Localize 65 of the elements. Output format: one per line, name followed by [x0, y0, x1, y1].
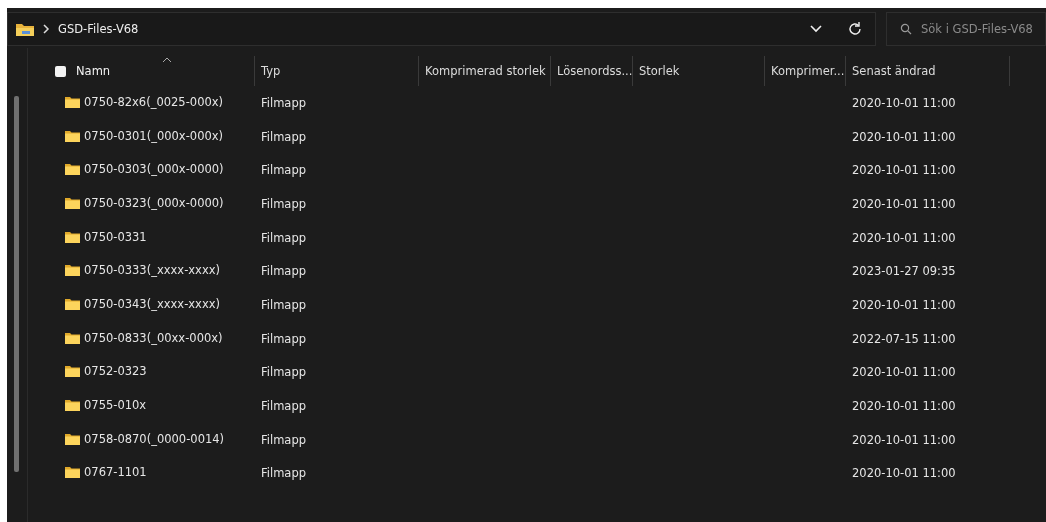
column-header[interactable]: Senast ändrad — [852, 64, 936, 78]
table-cell: 2020-10-01 11:00 — [852, 399, 956, 414]
file-name[interactable]: 0750-0333(_xxxx-xxxx) — [84, 263, 220, 278]
column-header[interactable]: Lösenordss... — [557, 64, 633, 78]
folder-icon — [65, 264, 80, 277]
file-name[interactable]: 0758-0870(_0000-0014) — [84, 431, 225, 446]
column-header[interactable]: Typ — [261, 64, 281, 78]
folder-icon — [65, 432, 80, 445]
file-name[interactable]: 0750-0343(_xxxx-xxxx) — [84, 296, 220, 311]
folder-icon — [65, 466, 80, 479]
table-cell: 2020-10-01 11:00 — [852, 466, 956, 481]
file-name[interactable]: 0752-0323 — [84, 364, 147, 379]
table-cell: 2020-10-01 11:00 — [852, 230, 956, 245]
search-field[interactable]: Sök i GSD-Files-V68 — [886, 12, 1046, 46]
table-cell: Filmapp — [261, 196, 307, 211]
folder-icon — [65, 331, 80, 344]
chevron-down-icon[interactable] — [809, 24, 823, 34]
column-header[interactable]: Komprimerad storlek — [425, 64, 546, 78]
table-cell: Filmapp — [261, 129, 307, 144]
folder-icon — [65, 163, 80, 176]
file-name[interactable]: 0750-0303(_000x-0000) — [84, 162, 224, 177]
column-header[interactable]: Komprimer... — [771, 64, 845, 78]
table-cell: Filmapp — [261, 466, 307, 481]
search-icon — [900, 23, 912, 35]
folder-icon — [65, 196, 80, 209]
file-name[interactable]: 0750-0833(_00xx-000x) — [84, 330, 223, 345]
table-cell: 2020-10-01 11:00 — [852, 129, 956, 144]
table-cell: Filmapp — [261, 399, 307, 414]
chevron-right-icon — [42, 24, 50, 34]
file-name[interactable]: 0767-1101 — [84, 465, 147, 480]
file-name[interactable]: 0750-0301(_000x-000x) — [84, 128, 224, 143]
refresh-icon[interactable] — [847, 21, 863, 37]
table-cell: 2020-10-01 11:00 — [852, 365, 956, 380]
table-cell: 2020-10-01 11:00 — [852, 196, 956, 211]
folder-icon — [65, 95, 80, 108]
file-name[interactable]: 0755-010x — [84, 398, 147, 413]
table-cell: Filmapp — [261, 365, 307, 380]
address-bar[interactable]: GSD-Files-V68 — [7, 12, 876, 46]
table-cell: Filmapp — [261, 264, 307, 279]
table-cell: 2023-01-27 09:35 — [852, 264, 956, 279]
file-name[interactable]: 0750-0331 — [84, 229, 147, 244]
folder-icon — [65, 399, 80, 412]
folder-icon — [65, 230, 80, 243]
table-cell: Filmapp — [261, 163, 307, 178]
table-cell: 2020-10-01 11:00 — [852, 432, 956, 447]
path-segment[interactable]: GSD-Files-V68 — [58, 22, 139, 36]
table-cell: 2020-10-01 11:00 — [852, 297, 956, 312]
table-cell: Filmapp — [261, 95, 307, 110]
table-cell: Filmapp — [261, 331, 307, 346]
folder-icon — [65, 297, 80, 310]
column-header[interactable]: Storlek — [639, 64, 680, 78]
table-cell: Filmapp — [261, 297, 307, 312]
file-name[interactable]: 0750-82x6(_0025-000x) — [84, 94, 224, 109]
select-all-checkbox[interactable] — [55, 65, 66, 77]
folder-icon — [16, 22, 34, 36]
file-name[interactable]: 0750-0323(_000x-0000) — [84, 195, 224, 210]
scrollbar[interactable] — [14, 96, 19, 472]
table-cell: 2020-10-01 11:00 — [852, 95, 956, 110]
folder-icon — [65, 365, 80, 378]
column-header[interactable]: Namn — [76, 64, 111, 78]
table-cell: Filmapp — [261, 230, 307, 245]
table-cell: Filmapp — [261, 432, 307, 447]
table-cell: 2020-10-01 11:00 — [852, 163, 956, 178]
table-cell: 2022-07-15 11:00 — [852, 331, 956, 346]
folder-icon — [65, 129, 80, 142]
